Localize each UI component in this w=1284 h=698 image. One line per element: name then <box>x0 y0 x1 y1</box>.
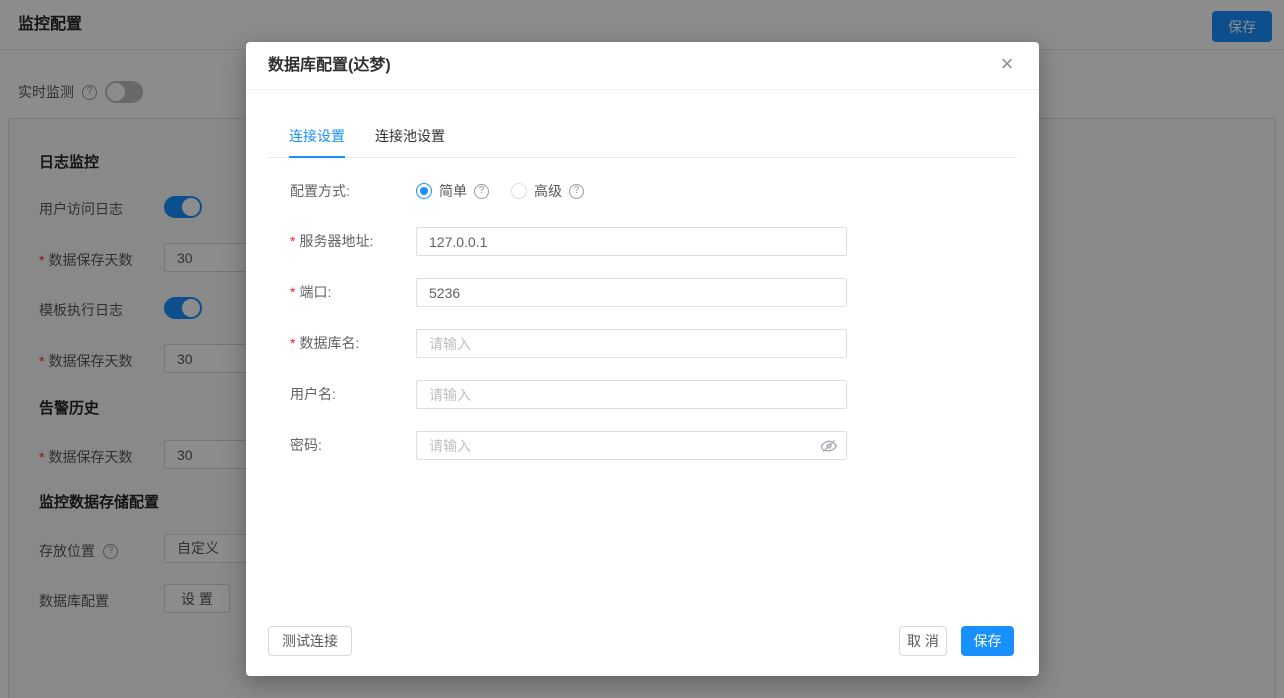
port-text: 端口: <box>299 284 331 300</box>
port-label: *端口: <box>290 278 416 307</box>
username-row: 用户名: <box>290 380 1039 409</box>
required-mark: * <box>290 284 295 300</box>
server-address-row: *服务器地址: <box>290 227 1039 256</box>
field-control <box>416 380 847 409</box>
field-control <box>416 329 847 358</box>
database-name-input[interactable] <box>416 329 847 358</box>
server-address-text: 服务器地址: <box>299 233 373 249</box>
close-icon[interactable]: × <box>993 50 1021 78</box>
modal-title: 数据库配置(达梦) <box>268 42 391 90</box>
config-mode-radio-group: 简单 ? 高级 ? <box>416 180 596 202</box>
radio-unselected-icon[interactable] <box>511 183 527 199</box>
password-row: 密码: <box>290 431 1039 460</box>
username-input[interactable] <box>416 380 847 409</box>
modal-header: 数据库配置(达梦) × <box>246 42 1039 90</box>
password-label: 密码: <box>290 431 416 460</box>
help-icon[interactable]: ? <box>474 184 489 199</box>
field-control <box>416 278 847 307</box>
connection-settings-form: 配置方式: 简单 ? 高级 ? *服务器地址: <box>246 158 1039 460</box>
field-control <box>416 431 847 460</box>
port-row: *端口: <box>290 278 1039 307</box>
radio-simple[interactable]: 简单 ? <box>416 181 489 201</box>
field-control <box>416 227 847 256</box>
database-name-row: *数据库名: <box>290 329 1039 358</box>
modal-footer-left: 测试连接 <box>268 626 352 656</box>
config-mode-row: 配置方式: 简单 ? 高级 ? <box>290 180 1039 202</box>
port-input[interactable] <box>416 278 847 307</box>
radio-advanced[interactable]: 高级 ? <box>511 181 584 201</box>
screen: 监控配置 保存 实时监测 ? 日志监控 用户访问日志 *数据保存天数 模板执行日… <box>0 0 1284 698</box>
radio-simple-label: 简单 <box>439 181 467 201</box>
save-button[interactable]: 保存 <box>961 626 1014 656</box>
eye-invisible-icon[interactable] <box>821 438 837 454</box>
server-address-input[interactable] <box>416 227 847 256</box>
username-label: 用户名: <box>290 380 416 409</box>
radio-advanced-label: 高级 <box>534 181 562 201</box>
required-mark: * <box>290 335 295 351</box>
tab-connection-settings[interactable]: 连接设置 <box>289 126 345 158</box>
modal-tab-bar: 连接设置 连接池设置 <box>268 126 1017 158</box>
help-icon[interactable]: ? <box>569 184 584 199</box>
password-input[interactable] <box>416 431 847 460</box>
radio-selected-icon[interactable] <box>416 183 432 199</box>
required-mark: * <box>290 233 295 249</box>
server-address-label: *服务器地址: <box>290 227 416 256</box>
tab-connection-pool-settings[interactable]: 连接池设置 <box>375 126 445 157</box>
config-mode-label: 配置方式: <box>290 180 416 202</box>
test-connection-button[interactable]: 测试连接 <box>268 626 352 656</box>
database-name-text: 数据库名: <box>299 335 359 351</box>
cancel-button[interactable]: 取 消 <box>899 626 947 656</box>
database-name-label: *数据库名: <box>290 329 416 358</box>
database-config-modal: 数据库配置(达梦) × 连接设置 连接池设置 配置方式: 简单 ? 高级 <box>246 42 1039 676</box>
modal-footer-right: 取 消 保存 <box>899 626 1014 656</box>
